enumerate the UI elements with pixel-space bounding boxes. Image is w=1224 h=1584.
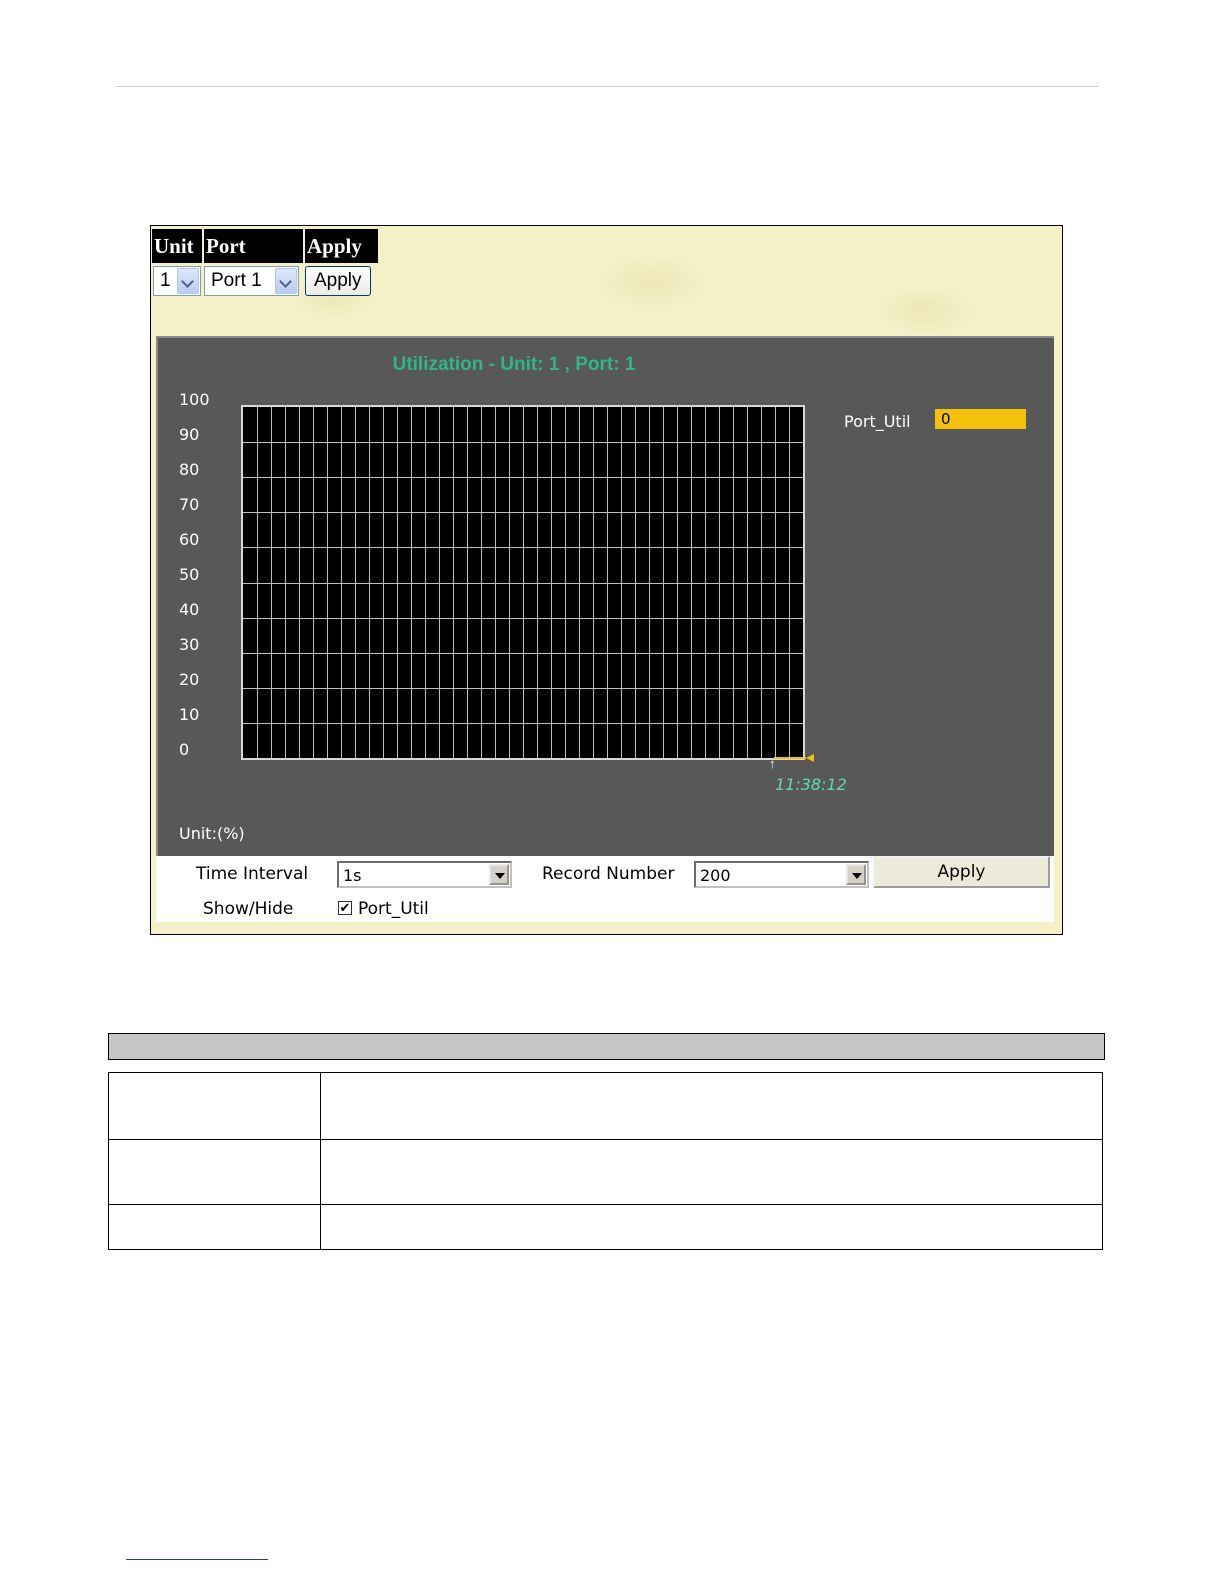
y-tick-label: 20 [179, 670, 200, 689]
legend-label: Port_Util [844, 412, 911, 431]
table-cell [320, 1139, 1103, 1205]
utilization-graph-panel: Utilization - Unit: 1 , Port: 1 100 90 80 7… [156, 336, 1054, 856]
footer-link-underline [126, 1559, 268, 1560]
apply-header: Apply [304, 229, 380, 263]
plot-grid [243, 407, 803, 758]
table-cell [108, 1139, 321, 1205]
table-cell [320, 1204, 1103, 1250]
graph-controls: Time Interval 1s Record Number 200 Apply… [156, 856, 1054, 922]
record-number-value: 200 [700, 866, 731, 885]
description-table [108, 1072, 1103, 1250]
chevron-down-icon[interactable] [489, 864, 509, 885]
legend-value: 0 [935, 409, 1026, 429]
table-cell [108, 1072, 321, 1140]
plot-area [241, 405, 805, 760]
chevron-down-icon[interactable] [846, 864, 866, 885]
y-tick-label: 50 [179, 565, 200, 584]
chevron-down-icon[interactable] [275, 268, 297, 294]
port-util-checkbox[interactable]: ✔ [338, 901, 352, 915]
series-end-marker [806, 754, 814, 762]
unit-label: Unit:(%) [179, 824, 245, 843]
time-label: 11:38:12 [775, 775, 847, 794]
unit-select[interactable]: 1 [153, 266, 201, 296]
utilization-window: Unit Port Apply 1 Port 1 Apply Utilizati… [150, 225, 1063, 935]
y-tick-label: 10 [179, 705, 200, 724]
y-tick-label: 30 [179, 635, 200, 654]
y-tick-label: 80 [179, 460, 200, 479]
check-icon: ✔ [339, 900, 351, 915]
time-interval-value: 1s [343, 866, 362, 885]
table-cell [320, 1072, 1103, 1140]
record-number-label: Record Number [542, 864, 675, 884]
unit-header: Unit [152, 229, 204, 263]
record-number-select[interactable]: 200 [694, 861, 869, 888]
y-tick-label: 60 [179, 530, 200, 549]
table-row [108, 1072, 1103, 1140]
y-tick-label: 90 [179, 425, 200, 444]
chevron-down-icon[interactable] [177, 268, 199, 294]
description-table-header [108, 1033, 1105, 1060]
time-interval-label: Time Interval [196, 864, 309, 884]
graph-title: Utilization - Unit: 1 , Port: 1 [392, 354, 636, 375]
port-select-value: Port 1 [211, 270, 262, 291]
apply-interval-button[interactable]: Apply [873, 856, 1050, 888]
show-hide-label: Show/Hide [203, 899, 294, 919]
y-tick-label: 0 [179, 740, 190, 759]
port-util-checkbox-label: Port_Util [358, 899, 429, 919]
table-cell [108, 1204, 321, 1250]
port-select[interactable]: Port 1 [204, 266, 299, 296]
time-interval-select[interactable]: 1s [337, 861, 512, 888]
y-tick-label: 40 [179, 600, 200, 619]
arrow-up-icon: ↑ [769, 756, 776, 771]
table-row [108, 1204, 1103, 1250]
unit-port-selector: Unit Port Apply 1 Port 1 Apply [152, 229, 380, 296]
table-row [108, 1139, 1103, 1205]
y-tick-label: 70 [179, 495, 200, 514]
y-tick-label: 100 [179, 390, 210, 409]
unit-select-value: 1 [160, 270, 171, 291]
top-rule [116, 86, 1098, 87]
apply-port-button[interactable]: Apply [305, 266, 371, 296]
port-header: Port [203, 229, 305, 263]
